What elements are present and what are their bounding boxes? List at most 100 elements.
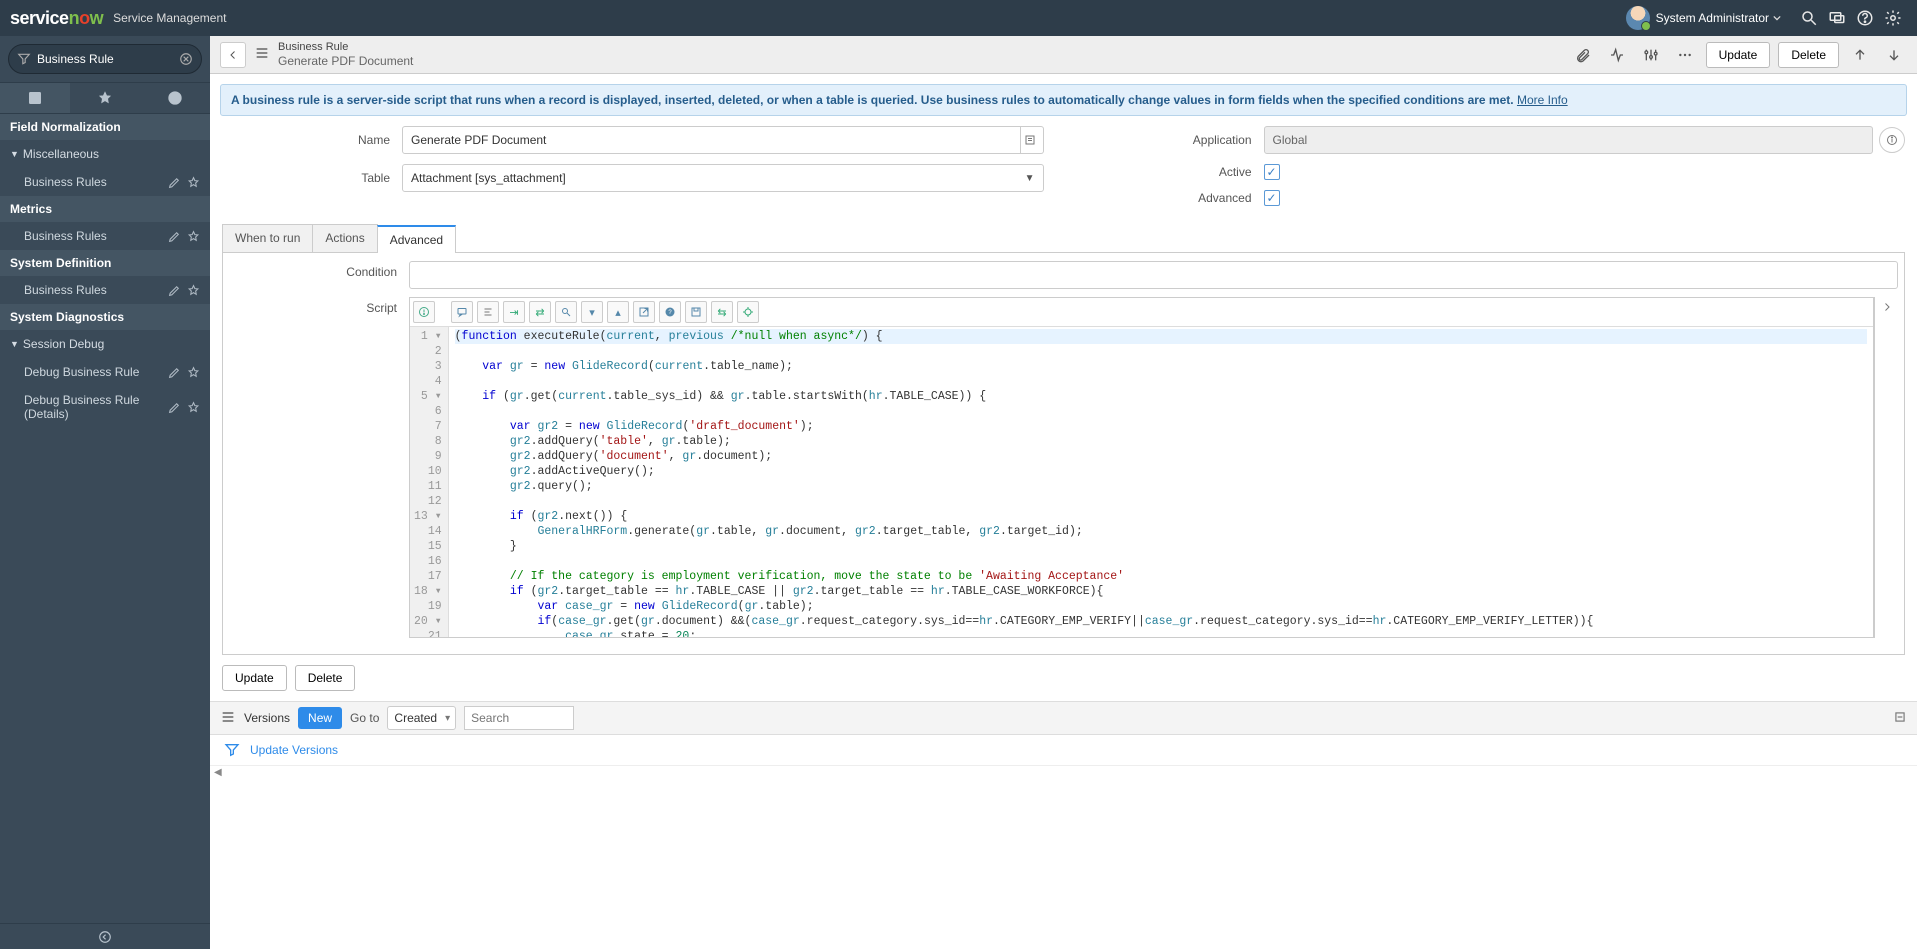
editor-scriptinfo-icon[interactable] [413, 301, 435, 323]
script-editor[interactable]: ⇥ ⇄ ▾ ▴ ? ⇆ 1 ▾2345 ▾678910111 [409, 297, 1874, 638]
code-line[interactable]: } [455, 539, 1867, 554]
user-menu[interactable]: System Administrator [1656, 11, 1781, 25]
nav-item[interactable]: Business Rules [0, 222, 210, 250]
editor-wrap-icon[interactable]: ⇥ [503, 301, 525, 323]
back-button[interactable] [220, 42, 246, 68]
code-line[interactable]: if (gr2.next()) { [455, 509, 1867, 524]
advanced-checkbox[interactable]: ✓ [1264, 190, 1280, 206]
nav-tab-history[interactable] [140, 83, 210, 113]
editor-help-icon[interactable]: ? [659, 301, 681, 323]
footer-update-button[interactable]: Update [222, 665, 287, 691]
editor-diff-icon[interactable]: ⇆ [711, 301, 733, 323]
editor-popout-icon[interactable] [633, 301, 655, 323]
code-line[interactable] [455, 554, 1867, 569]
nav-collapse[interactable] [0, 923, 210, 949]
nav-header[interactable]: System Definition [0, 250, 210, 276]
favorite-icon[interactable] [187, 284, 200, 297]
personalize-icon[interactable] [1638, 47, 1664, 63]
nav-filter[interactable]: Business Rule [8, 44, 202, 74]
editor-save-icon[interactable] [685, 301, 707, 323]
more-info-link[interactable]: More Info [1517, 93, 1568, 107]
favorite-icon[interactable] [187, 401, 200, 414]
favorite-icon[interactable] [187, 366, 200, 379]
nav-item[interactable]: Business Rules [0, 168, 210, 196]
editor-search-icon[interactable] [555, 301, 577, 323]
code-line[interactable]: if (gr2.target_table == hr.TABLE_CASE ||… [455, 584, 1867, 599]
form-menu-icon[interactable] [254, 45, 270, 64]
code-line[interactable]: if (gr.get(current.table_sys_id) && gr.t… [455, 389, 1867, 404]
editor-debug-icon[interactable] [737, 301, 759, 323]
tab-when-to-run[interactable]: When to run [222, 224, 313, 252]
nav-header[interactable]: Field Normalization [0, 114, 210, 140]
code-line[interactable]: // If the category is employment verific… [455, 569, 1867, 584]
related-menu-icon[interactable] [220, 709, 236, 728]
activity-icon[interactable] [1604, 47, 1630, 63]
favorite-icon[interactable] [187, 230, 200, 243]
nav-item[interactable]: Business Rules [0, 276, 210, 304]
code-line[interactable] [455, 404, 1867, 419]
prev-record-icon[interactable] [1847, 47, 1873, 63]
edit-icon[interactable] [168, 284, 181, 297]
hscroll[interactable]: ◀ [210, 765, 1917, 779]
code-line[interactable]: var gr = new GlideRecord(current.table_n… [455, 359, 1867, 374]
editor-expand-icon[interactable] [1874, 297, 1898, 638]
code-line[interactable]: var case_gr = new GlideRecord(gr.table); [455, 599, 1867, 614]
code-line[interactable] [455, 344, 1867, 359]
delete-button[interactable]: Delete [1778, 42, 1839, 68]
avatar[interactable] [1626, 6, 1650, 30]
tab-advanced[interactable]: Advanced [377, 225, 456, 253]
code-line[interactable]: if(case_gr.get(gr.document) &&(case_gr.r… [455, 614, 1867, 629]
nav-subheader[interactable]: ▼Session Debug [0, 330, 210, 358]
gear-icon[interactable] [1879, 9, 1907, 27]
table-select[interactable]: Attachment [sys_attachment] ▼ [402, 164, 1044, 192]
clear-icon[interactable] [179, 52, 193, 66]
edit-icon[interactable] [168, 230, 181, 243]
editor-down-icon[interactable]: ▾ [581, 301, 603, 323]
code-line[interactable]: GeneralHRForm.generate(gr.table, gr.docu… [455, 524, 1867, 539]
edit-icon[interactable] [168, 176, 181, 189]
name-suggest-icon[interactable] [1018, 126, 1044, 154]
nav-tab-favorites[interactable] [70, 83, 140, 113]
favorite-icon[interactable] [187, 176, 200, 189]
code-line[interactable] [455, 494, 1867, 509]
more-icon[interactable] [1672, 47, 1698, 63]
editor-replace-icon[interactable]: ⇄ [529, 301, 551, 323]
edit-icon[interactable] [168, 366, 181, 379]
code-line[interactable]: case_gr.state = 20; [455, 629, 1867, 637]
code-line[interactable]: (function executeRule(current, previous … [455, 329, 1867, 344]
code-line[interactable] [455, 374, 1867, 389]
nav-item[interactable]: Debug Business Rule (Details) [0, 386, 210, 428]
editor-format-icon[interactable] [477, 301, 499, 323]
tab-actions[interactable]: Actions [312, 224, 377, 252]
active-checkbox[interactable]: ✓ [1264, 164, 1280, 180]
nav-header[interactable]: System Diagnostics [0, 304, 210, 330]
editor-up-icon[interactable]: ▴ [607, 301, 629, 323]
editor-comment-icon[interactable] [451, 301, 473, 323]
nav-tab-all[interactable] [0, 83, 70, 113]
related-collapse-icon[interactable] [1893, 710, 1907, 727]
edit-icon[interactable] [168, 401, 181, 414]
search-icon[interactable] [1795, 9, 1823, 27]
code-line[interactable]: gr2.addQuery('document', gr.document); [455, 449, 1867, 464]
nav-subheader[interactable]: ▼Miscellaneous [0, 140, 210, 168]
help-icon[interactable] [1851, 9, 1879, 27]
footer-delete-button[interactable]: Delete [295, 665, 356, 691]
editor-body[interactable]: 1 ▾2345 ▾678910111213 ▾1415161718 ▾1920 … [410, 327, 1873, 637]
next-record-icon[interactable] [1881, 47, 1907, 63]
related-filter-link[interactable]: Update Versions [250, 743, 338, 757]
related-search-input[interactable] [464, 706, 574, 730]
code-line[interactable]: gr2.query(); [455, 479, 1867, 494]
chat-icon[interactable] [1823, 9, 1851, 27]
code-line[interactable]: gr2.addQuery('table', gr.table); [455, 434, 1867, 449]
goto-select[interactable]: Created [387, 706, 456, 730]
nav-item[interactable]: Debug Business Rule [0, 358, 210, 386]
nav-header[interactable]: Metrics [0, 196, 210, 222]
related-new-button[interactable]: New [298, 707, 342, 729]
attachment-icon[interactable] [1570, 47, 1596, 63]
condition-field[interactable] [409, 261, 1898, 289]
name-field[interactable]: Generate PDF Document [402, 126, 1021, 154]
update-button[interactable]: Update [1706, 42, 1771, 68]
code-line[interactable]: gr2.addActiveQuery(); [455, 464, 1867, 479]
application-info-icon[interactable] [1879, 127, 1905, 153]
code-line[interactable]: var gr2 = new GlideRecord('draft_documen… [455, 419, 1867, 434]
